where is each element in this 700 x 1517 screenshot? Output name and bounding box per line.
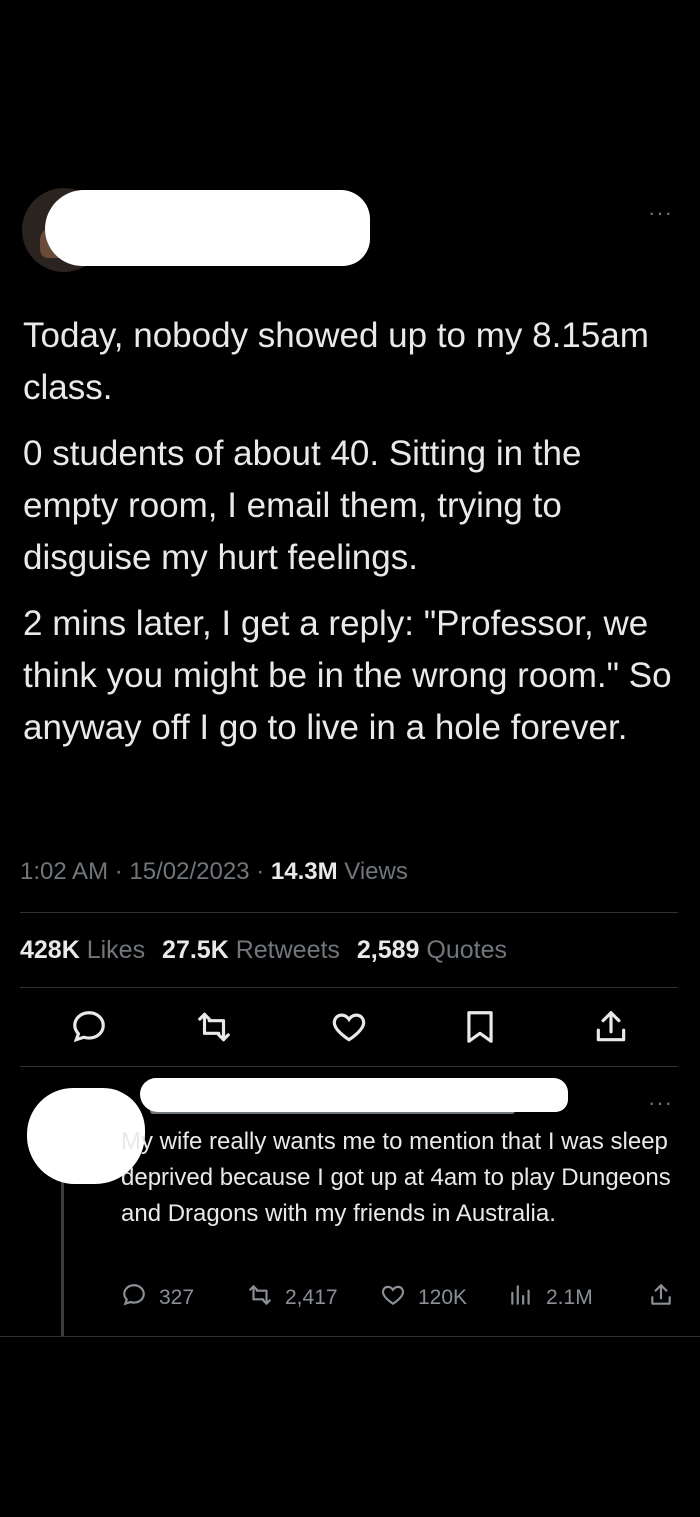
- divider: [20, 1066, 678, 1067]
- tweet-action-bar: [0, 1008, 700, 1052]
- reply-like-button[interactable]: 120K: [380, 1282, 467, 1314]
- redaction-mark: [45, 190, 370, 266]
- more-options-icon[interactable]: ···: [648, 1090, 673, 1116]
- reply-text: My wife really wants me to mention that …: [121, 1128, 671, 1227]
- like-count: 120K: [418, 1286, 468, 1309]
- like-icon[interactable]: [330, 1008, 370, 1048]
- reply-share-button[interactable]: [648, 1282, 674, 1314]
- divider: [20, 987, 678, 988]
- reply-action-bar: 327 2,417 120K 2.1M: [0, 1282, 700, 1314]
- share-icon[interactable]: [592, 1008, 632, 1048]
- share-icon: [648, 1282, 674, 1314]
- bookmark-icon[interactable]: [461, 1008, 501, 1048]
- reply-reply-button[interactable]: 327: [121, 1282, 194, 1314]
- reply-count: 327: [159, 1286, 195, 1309]
- meta-separator: ·: [114, 858, 123, 885]
- views-count: 14.3M: [270, 858, 338, 885]
- views-count: 2.1M: [546, 1286, 593, 1309]
- tweet-stats: 428K Likes 27.5K Retweets 2,589 Quotes: [20, 936, 507, 965]
- tweet-paragraph: 2 mins later, I get a reply: "Professor,…: [23, 604, 672, 747]
- tweet-paragraph: Today, nobody showed up to my 8.15am cla…: [23, 316, 649, 407]
- tweet-meta: 1:02 AM · 15/02/2023 · 14.3M Views: [20, 858, 408, 886]
- views-icon: [508, 1282, 534, 1314]
- like-icon: [380, 1282, 406, 1314]
- tweet-time[interactable]: 1:02 AM: [20, 858, 108, 885]
- reply-retweet-button[interactable]: 2,417: [247, 1282, 338, 1314]
- retweet-count: 2,417: [285, 1286, 338, 1309]
- tweet-text: Today, nobody showed up to my 8.15am cla…: [23, 310, 683, 768]
- divider: [20, 912, 678, 913]
- tweet-paragraph: 0 students of about 40. Sitting in the e…: [23, 434, 582, 577]
- quotes-stat[interactable]: 2,589 Quotes: [357, 936, 507, 964]
- tweet-date[interactable]: 15/02/2023: [129, 858, 249, 885]
- reply-views-button[interactable]: 2.1M: [508, 1282, 593, 1314]
- more-options-icon[interactable]: ···: [648, 200, 673, 226]
- reply-icon[interactable]: [70, 1008, 110, 1048]
- redaction-mark: [140, 1078, 568, 1112]
- retweet-icon: [247, 1282, 273, 1314]
- retweet-icon[interactable]: [195, 1008, 235, 1048]
- likes-stat[interactable]: 428K Likes: [20, 936, 145, 964]
- divider: [0, 1336, 700, 1337]
- meta-separator: ·: [256, 858, 265, 885]
- retweets-stat[interactable]: 27.5K Retweets: [162, 936, 340, 964]
- views-label: Views: [344, 858, 408, 885]
- reply-icon: [121, 1282, 147, 1314]
